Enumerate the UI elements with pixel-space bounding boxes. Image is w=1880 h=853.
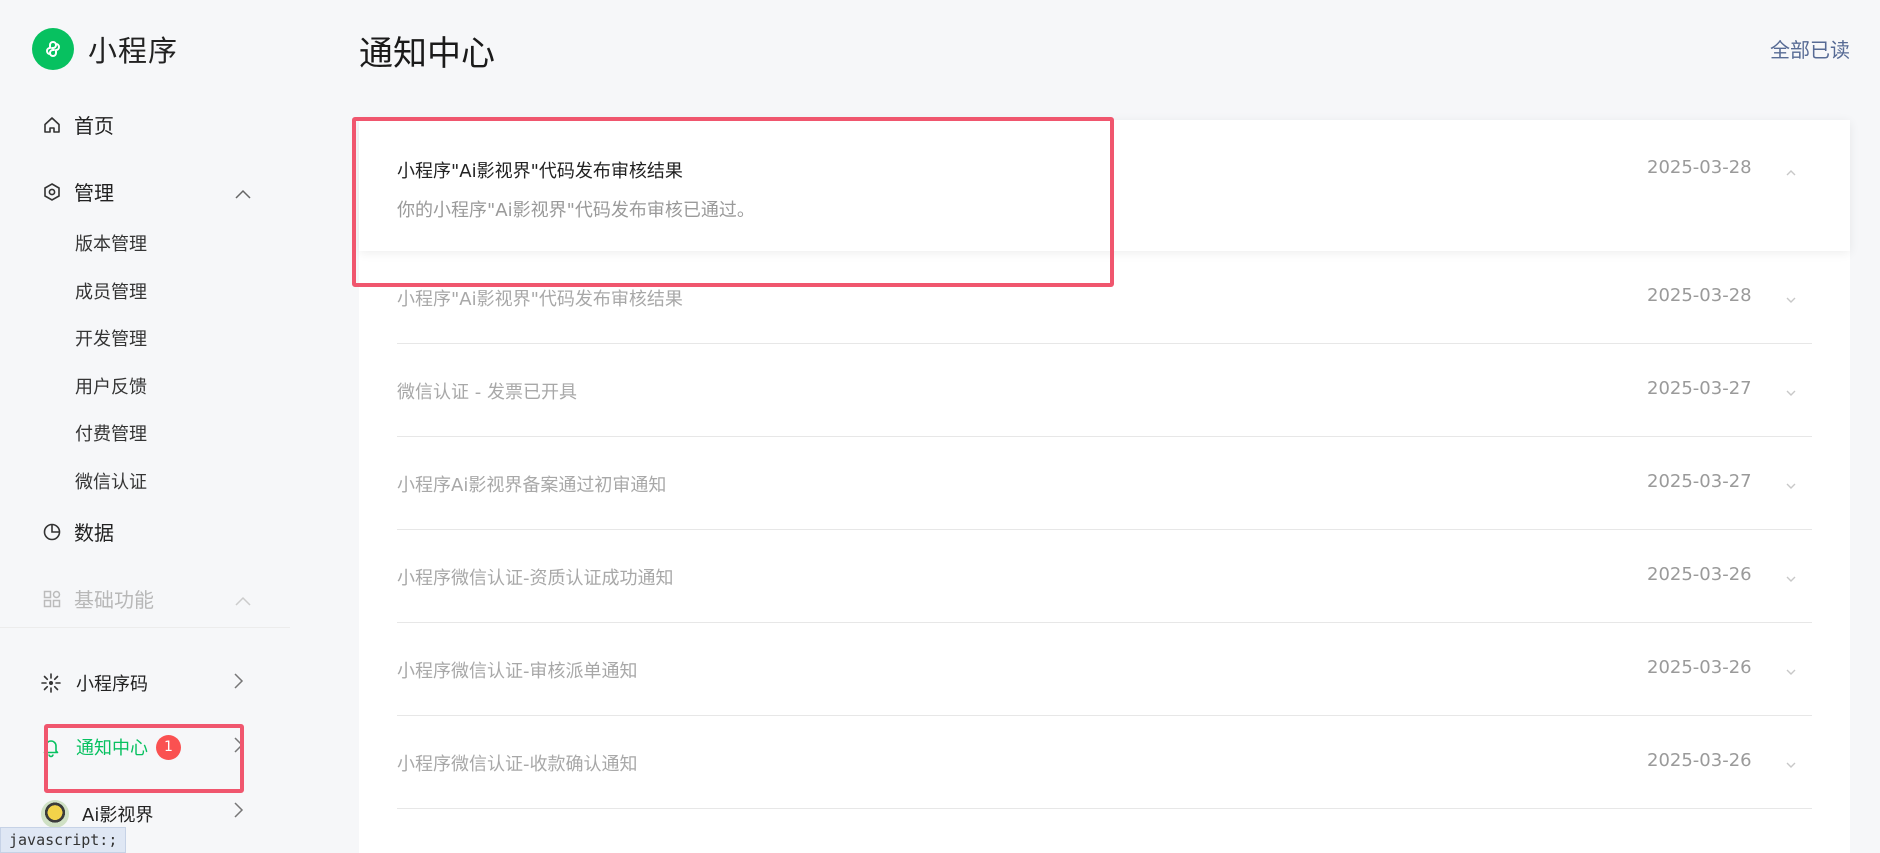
notification-title: 小程序微信认证-审核派单通知 bbox=[397, 661, 638, 682]
grid-apps-icon bbox=[42, 589, 62, 609]
chevron-right-icon bbox=[233, 736, 245, 759]
notification-item[interactable]: 小程序微信认证-资质认证成功通知 2025-03-26 bbox=[397, 530, 1812, 623]
nav-item-manage-label: 管理 bbox=[74, 181, 114, 205]
nav-item-data[interactable]: 数据 bbox=[42, 517, 252, 546]
brand[interactable]: 小程序 bbox=[32, 28, 178, 70]
nav-sub-payment[interactable]: 付费管理 bbox=[75, 420, 147, 446]
nav-item-qrcode-label: 小程序码 bbox=[76, 674, 148, 695]
chevron-up-icon bbox=[234, 181, 252, 205]
caret-down-icon[interactable] bbox=[1785, 475, 1797, 494]
notification-item[interactable]: 小程序Ai影视界备案通过初审通知 2025-03-27 bbox=[397, 437, 1812, 530]
app-avatar bbox=[40, 799, 70, 829]
notification-date: 2025-03-26 bbox=[1647, 564, 1752, 585]
nav-sub-wechat-cert[interactable]: 微信认证 bbox=[75, 468, 147, 494]
nav-sub-version[interactable]: 版本管理 bbox=[75, 230, 147, 256]
nav-item-qrcode[interactable]: 小程序码 bbox=[40, 670, 245, 696]
caret-down-icon[interactable] bbox=[1785, 289, 1797, 308]
chevron-right-icon bbox=[233, 801, 245, 824]
notification-title: 小程序微信认证-资质认证成功通知 bbox=[397, 568, 674, 589]
notification-title: 小程序"Ai影视界"代码发布审核结果 bbox=[397, 161, 683, 182]
bell-icon bbox=[40, 736, 62, 758]
nav-item-data-label: 数据 bbox=[74, 521, 114, 545]
nav-item-notification-label: 通知中心 bbox=[76, 738, 148, 759]
app-avatar-image bbox=[41, 800, 69, 828]
caret-down-icon[interactable] bbox=[1785, 568, 1797, 587]
caret-down-icon[interactable] bbox=[1785, 382, 1797, 401]
miniprogram-logo-icon bbox=[32, 28, 74, 70]
sidebar-divider bbox=[0, 627, 290, 628]
notification-date: 2025-03-28 bbox=[1647, 157, 1752, 178]
nav-item-basic-features[interactable]: 基础功能 bbox=[42, 584, 252, 613]
nav-item-home[interactable]: 首页 bbox=[42, 110, 252, 139]
notification-title: 小程序Ai影视界备案通过初审通知 bbox=[397, 475, 667, 496]
nav-sub-members[interactable]: 成员管理 bbox=[75, 278, 147, 304]
home-icon bbox=[42, 115, 62, 135]
nav-item-app-label: Ai影视界 bbox=[82, 805, 154, 826]
nav-sub-dev[interactable]: 开发管理 bbox=[75, 325, 147, 351]
nav-item-notification-center[interactable]: 通知中心 1 bbox=[40, 734, 245, 760]
notification-item-expanded[interactable]: 小程序"Ai影视界"代码发布审核结果 你的小程序"Ai影视界"代码发布审核已通过… bbox=[359, 120, 1850, 251]
notification-date: 2025-03-27 bbox=[1647, 378, 1752, 399]
pie-chart-icon bbox=[42, 522, 62, 542]
nav-item-basic-label: 基础功能 bbox=[74, 588, 154, 612]
nav-item-account-app[interactable]: Ai影视界 bbox=[40, 799, 245, 829]
miniprogram-code-icon bbox=[40, 672, 62, 694]
mark-all-read-link[interactable]: 全部已读 bbox=[1770, 34, 1850, 63]
caret-up-icon[interactable] bbox=[1785, 162, 1797, 181]
notification-body: 你的小程序"Ai影视界"代码发布审核已通过。 bbox=[397, 200, 755, 221]
page-title: 通知中心 bbox=[359, 34, 495, 74]
caret-down-icon[interactable] bbox=[1785, 661, 1797, 680]
settings-hexagon-icon bbox=[42, 182, 62, 202]
notification-item[interactable]: 小程序"Ai影视界"代码发布审核结果 2025-03-28 bbox=[397, 251, 1812, 344]
notification-title: 小程序"Ai影视界"代码发布审核结果 bbox=[397, 289, 683, 310]
nav-sub-feedback[interactable]: 用户反馈 bbox=[75, 373, 147, 399]
notification-item[interactable]: 微信认证 - 发票已开具 2025-03-27 bbox=[397, 344, 1812, 437]
notification-date: 2025-03-26 bbox=[1647, 657, 1752, 678]
chevron-up-icon bbox=[234, 588, 252, 612]
unread-count-badge: 1 bbox=[156, 734, 181, 760]
nav-item-manage[interactable]: 管理 bbox=[42, 177, 252, 206]
row-divider bbox=[397, 808, 1812, 809]
notification-list: 小程序"Ai影视界"代码发布审核结果 你的小程序"Ai影视界"代码发布审核已通过… bbox=[359, 120, 1850, 853]
nav-item-home-label: 首页 bbox=[74, 114, 114, 138]
notification-item[interactable]: 小程序微信认证-审核派单通知 2025-03-26 bbox=[397, 623, 1812, 716]
brand-name: 小程序 bbox=[88, 34, 179, 68]
notification-title: 小程序微信认证-收款确认通知 bbox=[397, 754, 638, 775]
notification-date: 2025-03-28 bbox=[1647, 285, 1752, 306]
notification-date: 2025-03-27 bbox=[1647, 471, 1752, 492]
link-status-tooltip: javascript:; bbox=[0, 827, 127, 853]
notification-title: 微信认证 - 发票已开具 bbox=[397, 382, 577, 403]
notification-date: 2025-03-26 bbox=[1647, 750, 1752, 771]
chevron-right-icon bbox=[233, 672, 245, 695]
caret-down-icon[interactable] bbox=[1785, 754, 1797, 773]
notification-item[interactable]: 小程序微信认证-收款确认通知 2025-03-26 bbox=[397, 716, 1812, 809]
sidebar: 小程序 首页 管理 版本管理 成员管理 开发管理 用户反馈 付费管理 微信认证 bbox=[0, 0, 290, 853]
